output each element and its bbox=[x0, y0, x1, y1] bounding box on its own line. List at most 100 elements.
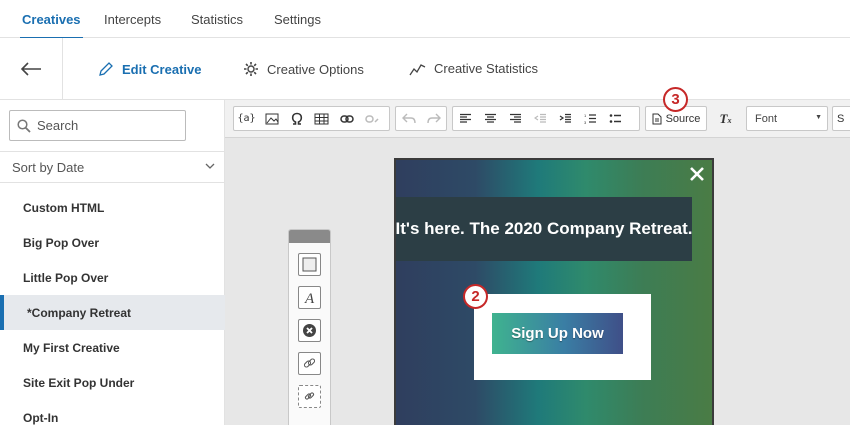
insert-image-button[interactable] bbox=[259, 107, 284, 130]
tab-intercepts[interactable]: Intercepts bbox=[104, 12, 161, 27]
edit-creative-link[interactable]: Edit Creative bbox=[98, 61, 201, 77]
creative-close-button[interactable] bbox=[686, 163, 708, 185]
unlink-button[interactable] bbox=[359, 107, 384, 130]
search-icon bbox=[17, 118, 31, 133]
cta-container[interactable]: Sign Up Now bbox=[474, 294, 651, 380]
palette-box-tool[interactable] bbox=[298, 253, 321, 276]
outdent-icon bbox=[534, 113, 546, 123]
remove-format-button[interactable]: Tx bbox=[713, 106, 738, 131]
edit-creative-label: Edit Creative bbox=[122, 61, 202, 77]
search-placeholder: Search bbox=[37, 118, 79, 133]
sort-label: Sort by Date bbox=[12, 159, 85, 175]
align-left-icon bbox=[460, 113, 471, 123]
tab-settings[interactable]: Settings bbox=[274, 12, 321, 27]
list-item-label: Little Pop Over bbox=[23, 270, 109, 285]
callout-badge-label: 2 bbox=[471, 288, 480, 305]
list-item-label: Custom HTML bbox=[23, 200, 105, 215]
format-group: 13 bbox=[452, 106, 640, 131]
redo-icon bbox=[426, 113, 441, 124]
size-select[interactable]: S bbox=[832, 106, 850, 131]
remove-format-icon: Tx bbox=[719, 110, 732, 126]
source-label: Source bbox=[665, 112, 701, 125]
close-circle-icon bbox=[303, 324, 316, 337]
top-nav: Creatives Intercepts Statistics Settings bbox=[0, 0, 850, 40]
creative-statistics-label: Creative Statistics bbox=[434, 61, 539, 76]
list-item[interactable]: Big Pop Over bbox=[0, 225, 225, 260]
piped-text-icon: {a} bbox=[237, 113, 256, 124]
unlink-icon bbox=[364, 114, 379, 123]
align-left-button[interactable] bbox=[453, 107, 478, 130]
pencil-icon bbox=[99, 62, 113, 76]
creatives-sidebar: Search Sort by Date Custom HTML Big Pop … bbox=[0, 100, 225, 425]
list-item-label: Big Pop Over bbox=[23, 235, 100, 250]
list-item[interactable]: Little Pop Over bbox=[0, 260, 225, 295]
palette-close-tool[interactable] bbox=[298, 319, 321, 342]
callout-badge-label: 3 bbox=[671, 91, 680, 108]
sort-dropdown[interactable]: Sort by Date bbox=[0, 151, 225, 183]
indent-button[interactable] bbox=[553, 107, 578, 130]
bullet-list-icon bbox=[609, 114, 621, 123]
link-icon bbox=[303, 358, 316, 368]
image-icon bbox=[265, 113, 278, 124]
numbered-list-icon: 13 bbox=[584, 113, 596, 124]
align-center-icon bbox=[485, 113, 496, 123]
gear-icon bbox=[244, 62, 258, 76]
tab-statistics[interactable]: Statistics bbox=[191, 12, 243, 27]
link-box-icon bbox=[304, 392, 315, 400]
chevron-down-icon bbox=[205, 163, 215, 169]
palette-drag-handle[interactable] bbox=[289, 230, 330, 243]
palette-link-tool[interactable] bbox=[298, 352, 321, 375]
omega-icon bbox=[291, 112, 302, 125]
back-button[interactable] bbox=[0, 38, 63, 100]
list-item-label: Opt-In bbox=[23, 410, 59, 425]
rich-text-toolbar: {a} 1 3 Source Tx Font ▼ S bbox=[225, 100, 850, 138]
sign-up-button[interactable]: Sign Up Now bbox=[492, 313, 623, 354]
insert-table-button[interactable] bbox=[309, 107, 334, 130]
align-right-button[interactable] bbox=[503, 107, 528, 130]
list-item[interactable]: My First Creative bbox=[0, 330, 225, 365]
square-icon bbox=[302, 257, 317, 272]
creative-options-link[interactable]: Creative Options bbox=[243, 61, 364, 77]
headline-band[interactable]: It's here. The 2020 Company Retreat. bbox=[396, 197, 692, 261]
insert-group: {a} bbox=[233, 106, 390, 131]
dropdown-arrow-icon: ▼ bbox=[815, 114, 822, 121]
list-item[interactable]: Site Exit Pop Under bbox=[0, 365, 225, 400]
undo-icon bbox=[401, 113, 416, 124]
list-item-label: My First Creative bbox=[23, 340, 120, 355]
piped-text-button[interactable]: {a} bbox=[234, 107, 259, 130]
creative-options-label: Creative Options bbox=[267, 61, 364, 77]
numbered-list-button[interactable]: 13 bbox=[578, 107, 603, 130]
callout-badge-3: 3 bbox=[663, 87, 688, 112]
history-group bbox=[395, 106, 447, 131]
align-right-icon bbox=[510, 113, 521, 123]
size-select-value: S bbox=[837, 112, 845, 125]
creative-editor: {a} 1 3 Source Tx Font ▼ S 3 A It's here… bbox=[225, 87, 850, 425]
svg-text:A: A bbox=[304, 291, 315, 305]
bullet-list-button[interactable] bbox=[603, 107, 628, 130]
search-input[interactable]: Search bbox=[9, 110, 186, 141]
element-palette: A bbox=[288, 229, 331, 425]
creative-canvas[interactable]: It's here. The 2020 Company Retreat. Sig… bbox=[394, 158, 714, 425]
font-select[interactable]: Font ▼ bbox=[746, 106, 828, 131]
insert-link-button[interactable] bbox=[334, 107, 359, 130]
redo-button[interactable] bbox=[421, 107, 446, 130]
creative-statistics-link[interactable]: Creative Statistics bbox=[409, 61, 538, 76]
special-char-button[interactable] bbox=[284, 107, 309, 130]
link-icon bbox=[339, 114, 354, 123]
list-item[interactable]: Opt-In bbox=[0, 400, 225, 425]
outdent-button[interactable] bbox=[528, 107, 553, 130]
palette-text-tool[interactable]: A bbox=[298, 286, 321, 309]
sign-up-label: Sign Up Now bbox=[511, 325, 604, 342]
palette-link-box-tool[interactable] bbox=[298, 385, 321, 408]
callout-badge-2: 2 bbox=[463, 284, 488, 309]
list-item[interactable]: Custom HTML bbox=[0, 190, 225, 225]
tab-creatives[interactable]: Creatives bbox=[20, 12, 83, 40]
headline-text: It's here. The 2020 Company Retreat. bbox=[395, 219, 693, 238]
table-icon bbox=[314, 113, 329, 124]
undo-button[interactable] bbox=[396, 107, 421, 130]
align-center-button[interactable] bbox=[478, 107, 503, 130]
font-select-value: Font bbox=[755, 112, 778, 125]
list-item-selected[interactable]: *Company Retreat bbox=[0, 295, 225, 330]
svg-text:1: 1 bbox=[584, 113, 587, 118]
creative-subnav: Edit Creative Creative Options Creative … bbox=[0, 38, 850, 100]
